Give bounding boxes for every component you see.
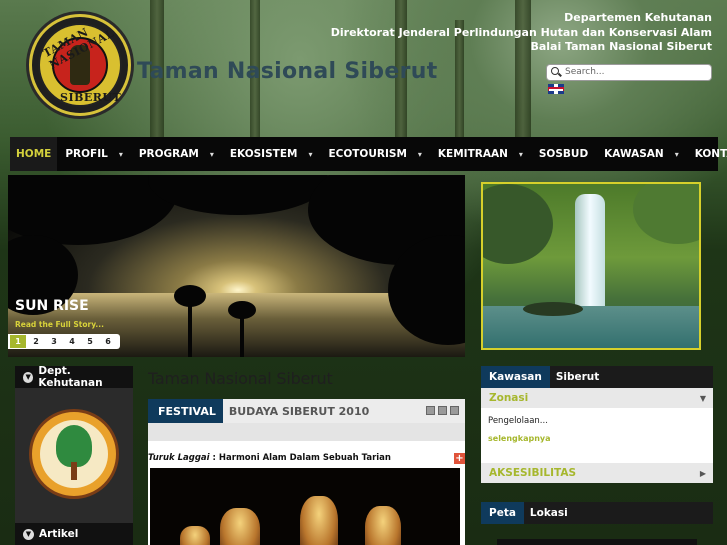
- chevron-down-icon: ▼: [699, 394, 706, 403]
- dropdown-icon: ▾: [209, 149, 214, 159]
- chevron-down-icon: ▼: [23, 371, 34, 383]
- chevron-down-icon: ▼: [23, 528, 34, 540]
- article-tabbar: FESTIVAL BUDAYA SIBERUT 2010: [148, 399, 465, 423]
- slide-pager: 1 2 3 4 5 6: [8, 334, 120, 349]
- artikel-header[interactable]: ▼ Artikel: [15, 523, 133, 545]
- article-tools: [426, 406, 459, 415]
- page-title: Taman Nasional Siberut: [148, 369, 333, 388]
- waterfall-image[interactable]: [481, 182, 701, 350]
- dept-kehutanan-emblem[interactable]: [29, 409, 119, 499]
- org-line-1: Departemen Kehutanan: [564, 11, 712, 24]
- main-content: Taman Nasional Siberut FESTIVAL BUDAYA S…: [148, 357, 466, 545]
- chevron-right-icon: ▶: [699, 469, 706, 478]
- kawasan-label: Kawasan: [481, 366, 550, 388]
- nav-label: KEMITRAAN: [437, 148, 508, 160]
- dropdown-icon: ▾: [308, 149, 313, 159]
- slide-page-6[interactable]: 6: [100, 335, 116, 348]
- zonasi-text: Pengelolaan...: [488, 416, 548, 426]
- slide-page-1[interactable]: 1: [10, 335, 26, 348]
- nav-item-kemitraan[interactable]: KEMITRAAN ▾: [430, 137, 531, 171]
- article-category[interactable]: FESTIVAL: [148, 399, 223, 423]
- slide-page-3[interactable]: 3: [46, 335, 62, 348]
- siberut-label: Siberut: [555, 371, 600, 383]
- slide-page-4[interactable]: 4: [64, 335, 80, 348]
- expand-plus-icon[interactable]: +: [454, 453, 465, 464]
- nav-item-kawasan[interactable]: KAWASAN ▾: [596, 137, 687, 171]
- left-sidebar: ▼ Dept. Kehutanan ▼ Artikel: [15, 365, 133, 545]
- nav-item-profil[interactable]: PROFIL ▾: [57, 137, 131, 171]
- nav-item-home[interactable]: HOME: [10, 137, 58, 171]
- main-navigation: HOME PROFIL ▾ PROGRAM ▾ EKOSISTEM ▾ ECOTOUR…: [10, 137, 727, 171]
- kawasan-accordion: Zonasi ▼ Pengelolaan... selengkapnya AKS…: [481, 388, 713, 483]
- article-card: FESTIVAL BUDAYA SIBERUT 2010 Turuk Lagga…: [148, 399, 465, 545]
- dropdown-icon: ▾: [518, 149, 523, 159]
- search-placeholder: Search...: [565, 67, 605, 77]
- nav-item-ekosistem[interactable]: EKOSISTEM ▾: [222, 137, 321, 171]
- dance-photo[interactable]: [150, 468, 460, 545]
- read-more-link[interactable]: selengkapnya: [488, 434, 705, 443]
- dropdown-icon: ▾: [674, 149, 679, 159]
- print-icon[interactable]: [426, 406, 435, 415]
- slide-page-5[interactable]: 5: [82, 335, 98, 348]
- nav-label: HOME: [16, 148, 52, 160]
- accordion-zonasi-body: Pengelolaan... selengkapnya: [481, 408, 713, 463]
- park-logo[interactable]: TAMAN NASIONAL SIBERUT: [29, 14, 131, 116]
- nav-item-kontak[interactable]: KONTAK: [687, 137, 727, 171]
- org-line-3: Balai Taman Nasional Siberut: [530, 40, 712, 53]
- search-input[interactable]: Search...: [546, 64, 712, 81]
- accordion-title: AKSESIBILITAS: [489, 467, 577, 479]
- uk-flag-icon[interactable]: [548, 84, 564, 94]
- email-icon[interactable]: [450, 406, 459, 415]
- box-title: Artikel: [39, 528, 79, 540]
- kawasan-header: Kawasan Siberut: [481, 366, 713, 388]
- org-line-2: Direktorat Jenderal Perlindungan Hutan d…: [330, 25, 712, 39]
- pdf-icon[interactable]: [438, 406, 447, 415]
- lokasi-label: Lokasi: [529, 507, 568, 519]
- nav-label: KAWASAN: [604, 148, 664, 160]
- nav-item-sosbud[interactable]: SOSBUD: [531, 137, 596, 171]
- logo-text-bottom: SIBERUT: [60, 91, 122, 104]
- nav-label: ECOTOURISM: [328, 148, 407, 160]
- dept-kehutanan-header[interactable]: ▼ Dept. Kehutanan: [15, 365, 133, 389]
- nav-item-program[interactable]: PROGRAM ▾: [131, 137, 222, 171]
- right-sidebar: Kawasan Siberut Zonasi ▼ Pengelolaan... …: [481, 366, 713, 483]
- accordion-aksesibilitas[interactable]: AKSESIBILITAS ▶: [481, 463, 713, 483]
- dropdown-icon: ▾: [118, 149, 123, 159]
- nav-item-ecotourism[interactable]: ECOTOURISM ▾: [320, 137, 429, 171]
- site-title[interactable]: Taman Nasional Siberut: [137, 59, 438, 84]
- location-map[interactable]: [497, 539, 697, 545]
- article-title[interactable]: BUDAYA SIBERUT 2010: [223, 405, 369, 418]
- image-caption: Turuk Laggai : Harmoni Alam Dalam Sebuah…: [148, 453, 391, 463]
- box-title: Dept. Kehutanan: [38, 365, 103, 389]
- nav-label: SOSBUD: [538, 148, 589, 160]
- accordion-zonasi[interactable]: Zonasi ▼: [481, 388, 713, 408]
- nav-label: KONTAK: [694, 148, 727, 160]
- read-more-link[interactable]: Read the Full Story...: [15, 320, 104, 329]
- caption-italic: Turuk Laggai: [148, 453, 210, 463]
- organization-info: Departemen Kehutanan Direktorat Jenderal…: [331, 11, 712, 55]
- peta-header: Peta Lokasi: [481, 502, 713, 524]
- featured-slideshow[interactable]: [8, 175, 465, 357]
- accordion-title: Zonasi: [489, 392, 529, 404]
- dropdown-icon: ▾: [417, 149, 422, 159]
- nav-label: EKOSISTEM: [229, 148, 298, 160]
- slide-page-2[interactable]: 2: [28, 335, 44, 348]
- peta-label: Peta: [481, 502, 524, 524]
- nav-label: PROGRAM: [138, 148, 199, 160]
- caption-text: : Harmoni Alam Dalam Sebuah Tarian: [209, 453, 391, 463]
- slide-title[interactable]: SUN RISE: [15, 298, 89, 314]
- nav-label: PROFIL: [65, 148, 108, 160]
- search-icon: [551, 67, 559, 75]
- article-subbar: [148, 423, 465, 441]
